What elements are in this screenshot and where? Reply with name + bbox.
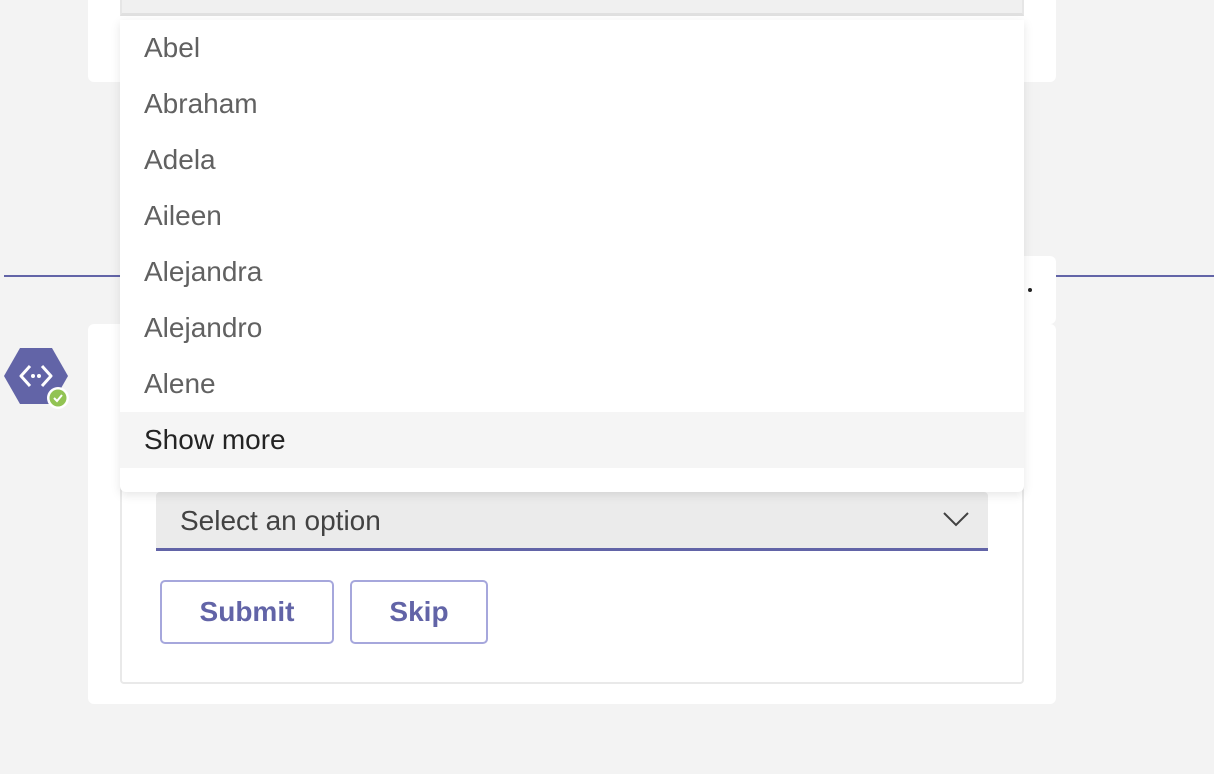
bot-avatar[interactable] xyxy=(4,346,70,410)
dropdown-value: Select an option xyxy=(180,505,381,536)
option-alejandro[interactable]: Alejandro xyxy=(120,300,1024,356)
option-adela[interactable]: Adela xyxy=(120,132,1024,188)
bot-hexagon-icon xyxy=(4,348,69,409)
chevron-down-icon xyxy=(943,512,969,527)
submit-button[interactable]: Submit xyxy=(160,580,334,644)
more-icon[interactable] xyxy=(1028,288,1032,292)
available-check-icon xyxy=(47,387,69,409)
option-alejandra[interactable]: Alejandra xyxy=(120,244,1024,300)
option-abraham[interactable]: Abraham xyxy=(120,76,1024,132)
dropdown-options-list: Abel Abraham Adela Aileen Alejandra Alej… xyxy=(120,20,1024,492)
skip-button[interactable]: Skip xyxy=(350,580,488,644)
option-alene[interactable]: Alene xyxy=(120,356,1024,412)
show-more-option[interactable]: Show more xyxy=(120,412,1024,468)
option-aileen[interactable]: Aileen xyxy=(120,188,1024,244)
previous-card-input xyxy=(120,0,1024,16)
option-abel[interactable]: Abel xyxy=(120,20,1024,76)
option-dropdown[interactable]: Select an option xyxy=(156,492,988,551)
